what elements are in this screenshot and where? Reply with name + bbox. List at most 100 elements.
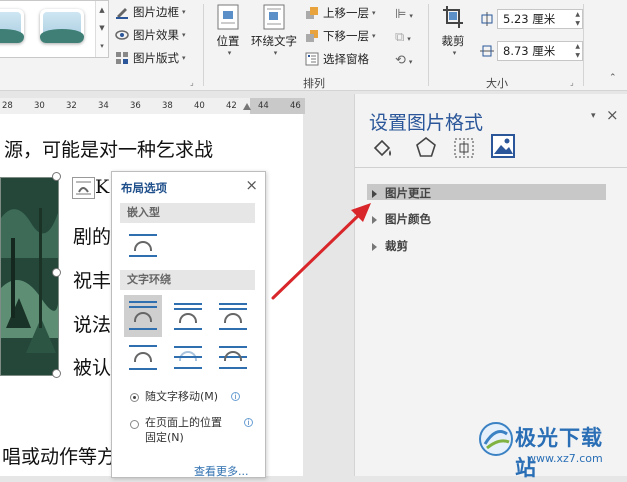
move-with-text-label[interactable]: 随文字移动(M) [145,390,218,404]
annotation-arrow [271,203,371,300]
selection-pane-icon [305,52,319,66]
wrap-top-bottom-icon[interactable] [124,340,162,376]
ruler-tick: 36 [130,101,141,111]
inline-section-header: 嵌入型 [120,203,255,223]
move-with-text-radio[interactable] [130,393,139,402]
crop-icon [436,4,470,33]
pen-border-icon [115,5,129,19]
ruler-tick: 46 [290,101,301,111]
horizontal-ruler[interactable]: 28 30 32 34 36 38 40 42 44 46 [0,98,305,114]
document-text-line: 说法 [73,314,112,336]
watermark-url: www.xz7.com [527,452,603,465]
picture-styles-gallery[interactable]: ▲ ▼ ▾ [0,0,109,58]
document-text-line: 源，可能是对一种乞求战 [4,139,214,161]
group-divider [428,4,429,86]
chevron-down-icon: ▾ [372,32,376,40]
bring-forward-button[interactable]: 上移一层 ▾ [305,5,376,21]
effects-pentagon-icon[interactable] [415,136,437,162]
chevron-down-icon: ▾ [273,49,278,57]
document-text-line: 剧的 [73,226,112,248]
dialog-launcher-icon[interactable]: ⌟ [190,78,194,87]
info-icon[interactable]: i [244,418,253,427]
picture-layout-button[interactable]: 图片版式 ▾ [115,50,186,66]
wrap-tight-icon[interactable] [169,298,207,334]
picture-style-thumbnail[interactable] [0,9,24,43]
dialog-launcher-icon[interactable]: ⌟ [570,78,574,87]
wrap-inline-icon[interactable] [124,228,162,264]
group-objects-icon[interactable]: ⧉ ▾ [395,27,419,50]
ruler-tick: 34 [98,101,109,111]
position-icon [211,4,245,33]
ruler-tick: 40 [194,101,205,111]
resize-handle[interactable] [52,172,61,181]
position-button[interactable]: 位置 ▾ [211,4,245,57]
pane-title: 设置图片格式 [369,112,484,134]
close-icon[interactable]: × [606,106,619,124]
wrap-section-header: 文字环绕 [120,270,255,290]
send-backward-icon [305,29,319,43]
wrap-text-icon [249,4,299,33]
resize-handle[interactable] [52,268,61,277]
group-divider [583,4,584,86]
layout-options-button[interactable] [72,177,95,199]
collapse-ribbon-icon[interactable]: ⌃ [609,73,617,83]
watermark-logo-icon [477,420,515,458]
spin-arrows-icon[interactable]: ▲ ▼ [575,42,580,60]
info-icon[interactable]: i [231,392,240,401]
chevron-down-icon: ▾ [182,31,186,39]
rotate-icon[interactable]: ⟲ ▾ [395,50,419,73]
pane-options-icon[interactable]: ▾ [591,111,596,121]
selection-pane-button[interactable]: 选择窗格 [305,51,369,67]
spin-arrows-icon[interactable]: ▲ ▼ [575,10,580,28]
layout-options-popup: 布局选项 × 嵌入型 文字环绕 随文字移动(M) i 在页面上的位置 固定(N)… [111,171,266,478]
wrap-text-button[interactable]: 环绕文字 ▾ [249,4,299,57]
ruler-tick: 38 [162,101,173,111]
picture-border-button[interactable]: 图片边框 ▾ [115,4,186,20]
popup-title: 布局选项 [121,181,167,195]
wrap-behind-text-icon[interactable] [169,340,207,376]
ruler-tick: 30 [34,101,45,111]
watermark: 极光下载站 www.xz7.com [475,418,623,480]
ruler-tick: 42 [226,101,237,111]
chevron-down-icon: ▾ [182,54,186,62]
forest-picture [1,178,59,375]
indent-marker-icon[interactable] [243,103,251,110]
ruler-tick: 44 [258,101,269,111]
send-backward-button[interactable]: 下移一层 ▾ [305,28,376,44]
wrap-square-icon[interactable] [124,295,162,337]
picture-style-thumbnail[interactable] [40,9,84,43]
layout-options-icon [76,181,91,195]
wrap-in-front-icon[interactable] [214,340,252,376]
fix-position-label[interactable]: 固定(N) [145,431,184,445]
crop-button[interactable]: 裁剪 ▾ [436,4,470,57]
effects-icon [115,28,129,42]
group-divider [203,4,204,86]
document-text-line: 唱或动作等方 [2,446,117,468]
tab-divider [355,167,627,168]
wrap-through-icon[interactable] [214,298,252,334]
chevron-down-icon: ▾ [372,9,376,17]
selected-picture[interactable] [0,177,59,376]
see-more-link[interactable]: 查看更多... [194,463,249,479]
chevron-down-icon: ▾ [452,49,457,57]
align-icon[interactable]: ⊫ ▾ [395,4,419,27]
picture-effects-button[interactable]: 图片效果 ▾ [115,27,186,43]
width-input[interactable]: 8.73 厘米 ▲ ▼ [497,41,583,61]
fix-position-radio[interactable] [130,420,139,429]
align-group: ⊫ ▾ ⧉ ▾ ⟲ ▾ [395,4,419,73]
ruler-tick: 32 [66,101,77,111]
picture-tab-icon[interactable] [491,134,515,162]
close-icon[interactable]: × [245,176,258,194]
ribbon: ▲ ▼ ▾ 图片边框 ▾ 图片效果 ▾ 图片版式 ▾ ⌟ 位置 ▾ 环绕文字 ▾ 上移一层… [0,0,627,91]
resize-handle[interactable] [52,369,61,378]
layout-icon [115,51,129,65]
fill-line-icon[interactable] [371,138,395,164]
chevron-down-icon: ▾ [182,8,186,16]
gallery-scroll[interactable]: ▲ ▼ ▾ [95,1,108,57]
layout-properties-icon[interactable] [453,137,475,163]
document-text-line: K [95,176,110,198]
fix-position-label[interactable]: 在页面上的位置 [145,416,222,430]
document-text-line: 祝丰 [73,270,112,292]
height-input[interactable]: 5.23 厘米 ▲ ▼ [497,9,583,29]
chevron-down-icon: ▾ [227,49,232,57]
